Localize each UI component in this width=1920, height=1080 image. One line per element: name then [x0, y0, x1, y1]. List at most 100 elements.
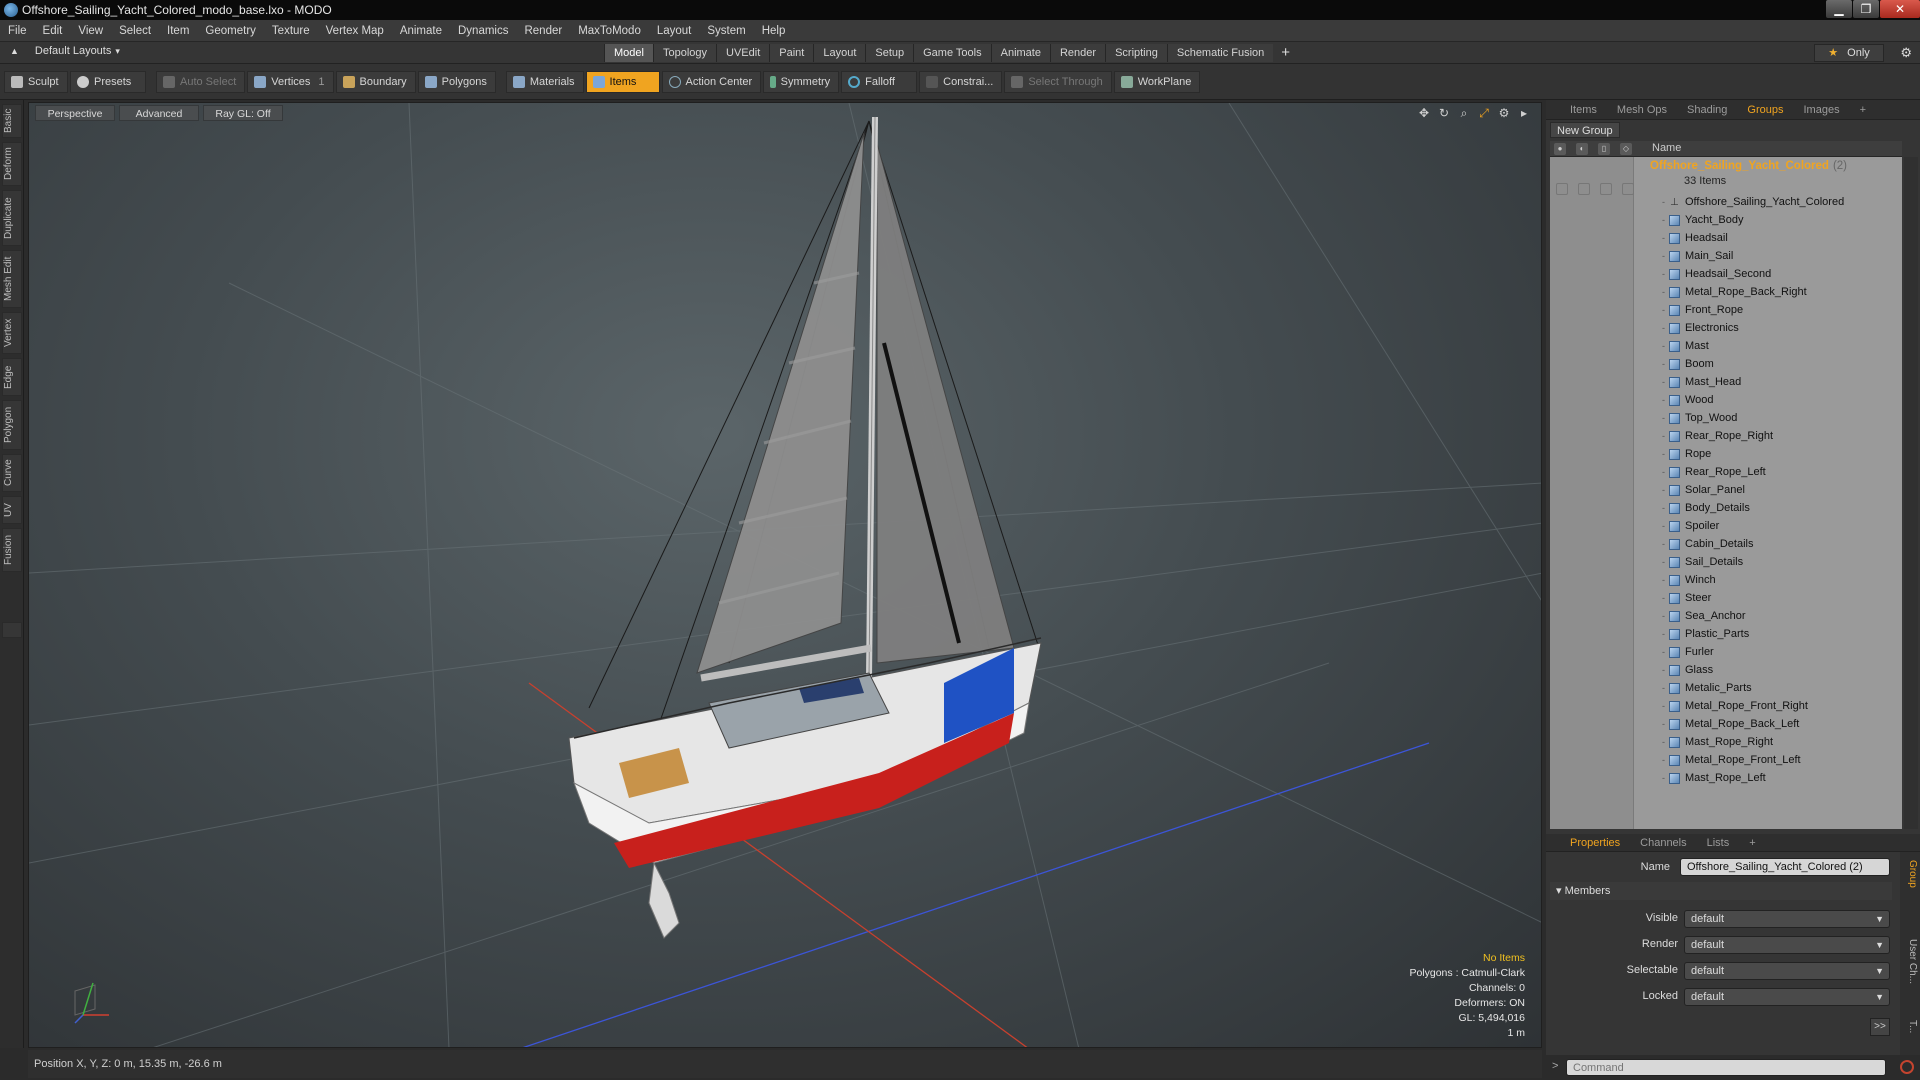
tab-curve[interactable]: Curve [2, 454, 22, 492]
minimize-button[interactable]: ▁ [1826, 0, 1852, 18]
tab-items[interactable]: Items [1560, 100, 1607, 120]
menu-maxtomodo[interactable]: MaxToModo [570, 25, 649, 37]
record-macro-icon[interactable] [1900, 1060, 1914, 1074]
add-tab-button[interactable]: + [1273, 44, 1298, 62]
menu-animate[interactable]: Animate [392, 25, 450, 37]
constrain-button[interactable]: Constrai... [919, 70, 1003, 93]
collapse-tab[interactable] [2, 622, 22, 638]
tab-shading[interactable]: Shading [1677, 100, 1737, 120]
menu-geometry[interactable]: Geometry [197, 25, 264, 37]
tab-model[interactable]: Model [604, 44, 653, 62]
add-properties-tab-button[interactable]: + [1739, 834, 1765, 852]
render-select[interactable]: default ▼ [1684, 936, 1890, 954]
collapse-arrow-icon[interactable]: ▲ [10, 46, 19, 56]
tab-uv[interactable]: UV [2, 496, 22, 524]
expand-icon[interactable]: ▸ [1517, 106, 1531, 120]
tree-item[interactable]: - Rear_Rope_Right [1662, 427, 1773, 445]
tree-item[interactable]: - Main_Sail [1662, 247, 1733, 265]
rotate-view-icon[interactable]: ↻ [1437, 106, 1451, 120]
tab-lists[interactable]: Lists [1697, 834, 1740, 852]
menu-layout[interactable]: Layout [649, 25, 700, 37]
settings-icon[interactable]: ⚙ [1497, 106, 1511, 120]
tree-item[interactable]: - Solar_Panel [1662, 481, 1745, 499]
boundary-button[interactable]: Boundary [335, 70, 416, 93]
tab-setup[interactable]: Setup [865, 44, 914, 62]
name-column-header[interactable]: Name [1652, 142, 1681, 154]
tab-deform[interactable]: Deform [2, 142, 22, 186]
tab-fusion[interactable]: Fusion [2, 528, 22, 572]
tree-item[interactable]: - Body_Details [1662, 499, 1750, 517]
tree-item[interactable]: - Headsail [1662, 229, 1728, 247]
group-name-field[interactable]: Offshore_Sailing_Yacht_Colored (2) [1680, 858, 1890, 876]
root-lock-toggle[interactable] [1600, 183, 1612, 195]
side-tab-user-channels[interactable]: User Ch... [1902, 932, 1918, 992]
tree-item[interactable]: - Rope [1662, 445, 1711, 463]
add-panel-tab-button[interactable]: + [1850, 100, 1876, 120]
menu-texture[interactable]: Texture [264, 25, 318, 37]
menu-help[interactable]: Help [754, 25, 794, 37]
only-button[interactable]: ★ Only [1814, 44, 1884, 62]
side-tab-group[interactable]: Group [1902, 860, 1918, 888]
presets-button[interactable]: Presets [70, 70, 146, 93]
items-button[interactable]: Items [585, 70, 660, 93]
tree-item[interactable]: - Top_Wood [1662, 409, 1737, 427]
locked-select[interactable]: default ▼ [1684, 988, 1890, 1006]
3d-viewport[interactable]: Perspective Advanced Ray GL: Off ✥ ↻ ⌕ ⤢… [28, 102, 1542, 1048]
tab-duplicate[interactable]: Duplicate [2, 190, 22, 246]
visible-select[interactable]: default ▼ [1684, 910, 1890, 928]
tree-item[interactable]: - Wood [1662, 391, 1714, 409]
menu-file[interactable]: File [0, 25, 35, 37]
tree-item[interactable]: - Electronics [1662, 319, 1739, 337]
symmetry-button[interactable]: Symmetry [763, 70, 840, 93]
tab-render[interactable]: Render [1049, 44, 1106, 62]
zoom-view-icon[interactable]: ⌕ [1457, 106, 1471, 120]
tree-item[interactable]: - Mast_Rope_Right [1662, 733, 1773, 751]
menu-item[interactable]: Item [159, 25, 197, 37]
menu-view[interactable]: View [70, 25, 111, 37]
tab-edge[interactable]: Edge [2, 358, 22, 396]
root-render-toggle[interactable] [1578, 183, 1590, 195]
action-center-button[interactable]: Action Center [661, 70, 762, 93]
more-button[interactable]: >> [1870, 1018, 1890, 1036]
tree-item[interactable]: - Front_Rope [1662, 301, 1743, 319]
tree-item[interactable]: - Glass [1662, 661, 1713, 679]
tree-item[interactable]: - Spoiler [1662, 517, 1719, 535]
tab-topology[interactable]: Topology [652, 44, 717, 62]
new-group-button[interactable]: New Group [1550, 122, 1620, 138]
tab-basic[interactable]: Basic [2, 104, 22, 138]
tab-schematic-fusion[interactable]: Schematic Fusion [1166, 44, 1274, 62]
tree-item[interactable]: - Sail_Details [1662, 553, 1743, 571]
tree-item[interactable]: - Cabin_Details [1662, 535, 1753, 553]
tree-item[interactable]: - Sea_Anchor [1662, 607, 1746, 625]
command-input[interactable] [1566, 1059, 1886, 1076]
falloff-button[interactable]: Falloff [841, 70, 918, 93]
tree-item[interactable]: - Mast_Rope_Left [1662, 769, 1766, 787]
tree-item[interactable]: - Metal_Rope_Back_Right [1662, 283, 1807, 301]
tree-item[interactable]: - Furler [1662, 643, 1714, 661]
tree-item[interactable]: - Yacht_Body [1662, 211, 1744, 229]
eye-icon[interactable]: ● [1554, 143, 1566, 155]
raygl-toggle[interactable]: Ray GL: Off [203, 105, 283, 121]
fit-view-icon[interactable]: ⤢ [1477, 106, 1491, 120]
tree-item[interactable]: - Headsail_Second [1662, 265, 1771, 283]
menu-select[interactable]: Select [111, 25, 159, 37]
tree-item[interactable]: - Mast_Head [1662, 373, 1741, 391]
tab-polygon[interactable]: Polygon [2, 400, 22, 450]
restore-button[interactable]: ❐ [1853, 0, 1879, 18]
tab-vertex[interactable]: Vertex [2, 312, 22, 354]
menu-system[interactable]: System [699, 25, 753, 37]
select-through-button[interactable]: Select Through [1004, 70, 1112, 93]
tab-animate[interactable]: Animate [990, 44, 1050, 62]
menu-edit[interactable]: Edit [35, 25, 71, 37]
members-section[interactable]: ▾ Members [1550, 882, 1892, 900]
shading-dropdown[interactable]: Advanced [119, 105, 199, 121]
tab-uvedit[interactable]: UVEdit [716, 44, 770, 62]
close-button[interactable]: ✕ [1880, 0, 1920, 18]
move-view-icon[interactable]: ✥ [1417, 106, 1431, 120]
tab-game-tools[interactable]: Game Tools [913, 44, 991, 62]
tree-item[interactable]: - Boom [1662, 355, 1714, 373]
tab-images[interactable]: Images [1794, 100, 1850, 120]
tree-item[interactable]: - Rear_Rope_Left [1662, 463, 1766, 481]
root-eye-toggle[interactable] [1556, 183, 1568, 195]
tab-layout[interactable]: Layout [813, 44, 866, 62]
